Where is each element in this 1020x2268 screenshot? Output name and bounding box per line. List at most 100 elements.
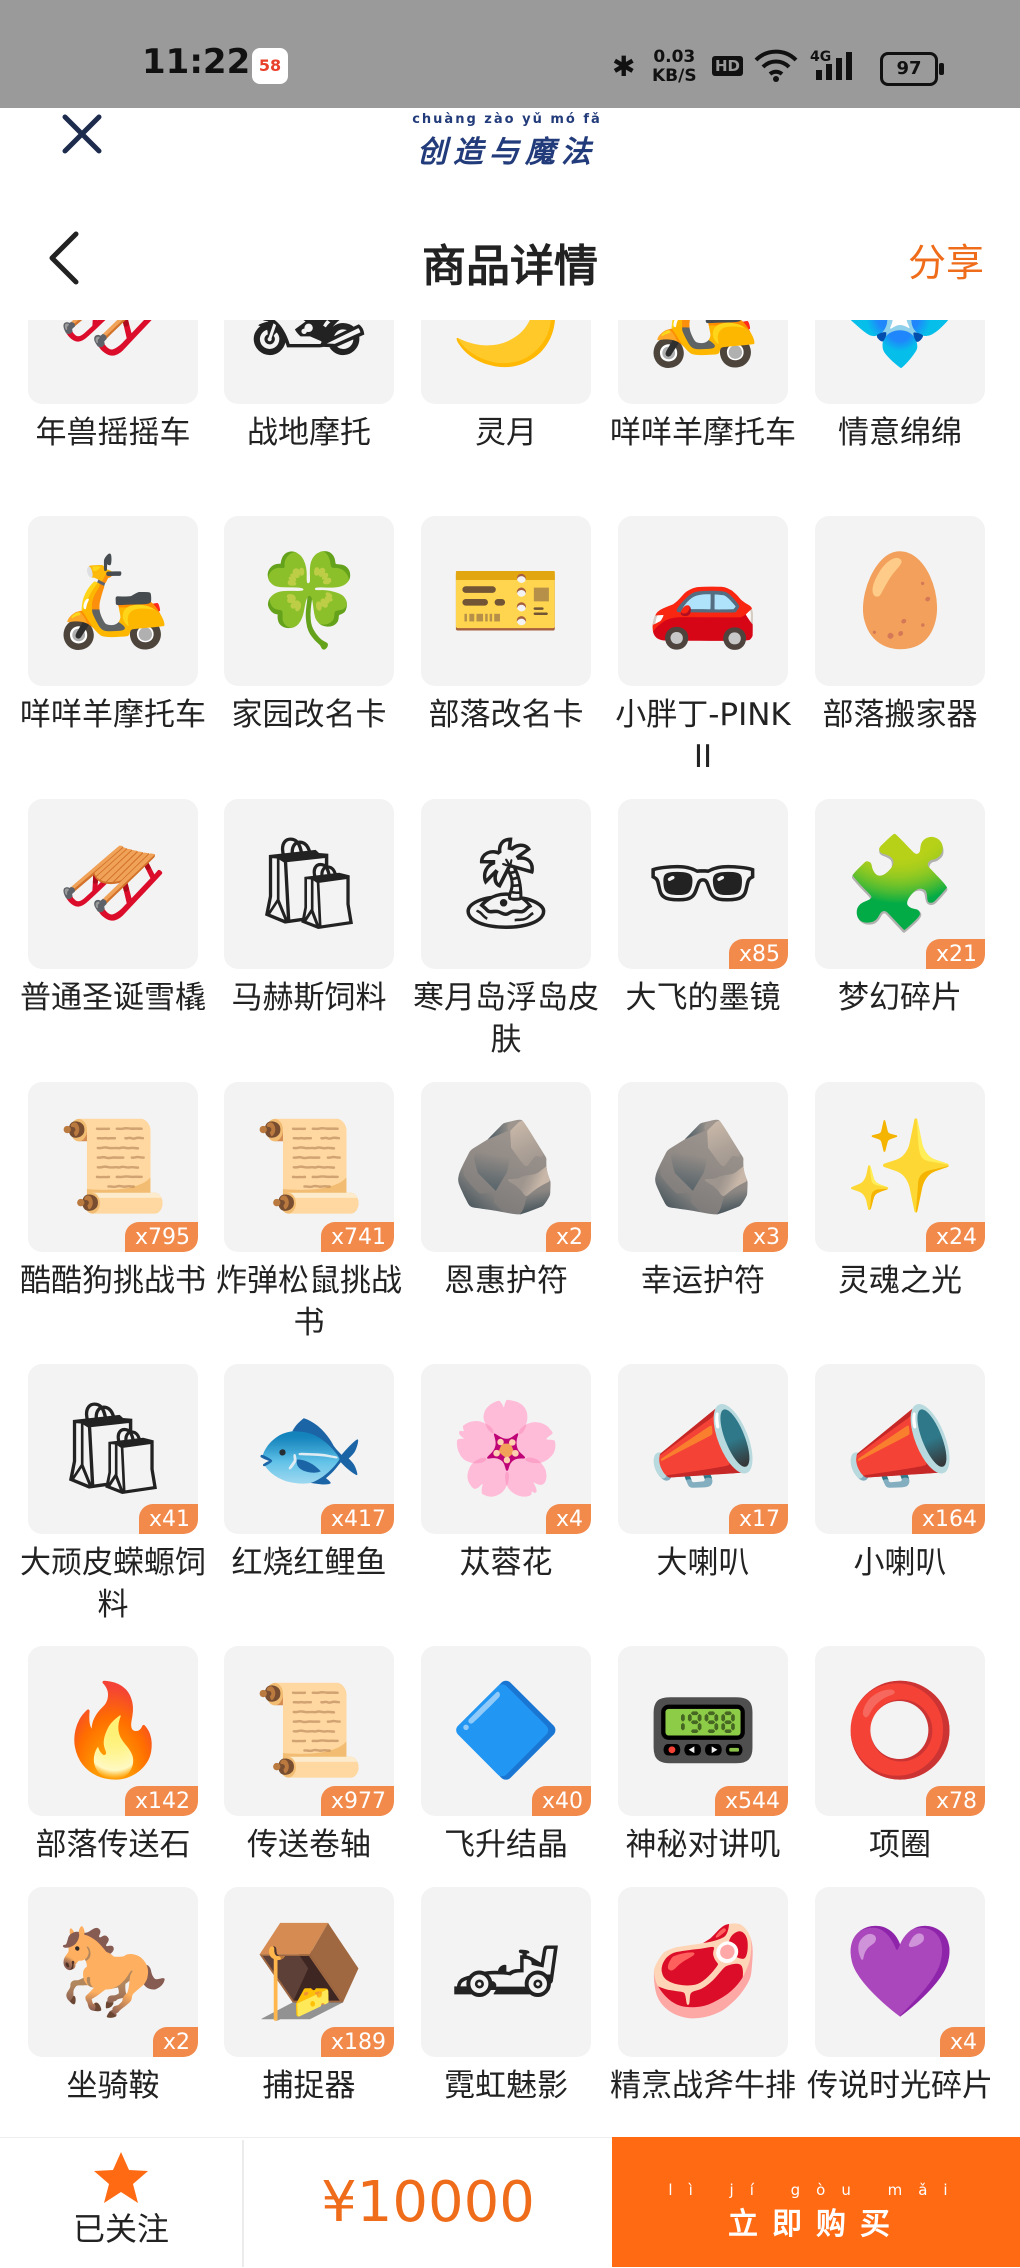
item-name: 大顽皮蝾螈饲料	[20, 1545, 206, 1623]
hd-icon: HD	[712, 56, 744, 76]
item-name: 咩咩羊摩托车	[20, 697, 206, 733]
wifi-icon	[754, 48, 798, 86]
item-image: 🪨 x2	[421, 1082, 591, 1252]
item-name: 飞升结晶	[444, 1827, 568, 1863]
item-count-badge: x189	[320, 2027, 394, 2057]
puzzle-piece-icon: 🧩	[843, 831, 957, 936]
item-image: 🏝	[421, 799, 591, 969]
item-name: 小胖丁-PINK II	[615, 697, 791, 775]
item-image: 📜 x977	[224, 1646, 394, 1816]
item-name: 项圈	[869, 1827, 931, 1863]
item-name: 情意绵绵	[838, 415, 962, 451]
purple-shard-icon: 💜	[843, 1919, 957, 2024]
item-name: 年兽摇摇车	[35, 415, 191, 451]
crystal-ornament-icon: 💠	[844, 320, 956, 364]
sunglasses-icon: 🕶	[645, 831, 761, 936]
megaphone-icon: 📣	[843, 1396, 957, 1501]
item-image: 💜 x4	[815, 1887, 985, 2057]
item-name: 捕捉器	[262, 2068, 356, 2104]
green-card-icon: 🍀	[252, 548, 366, 653]
item-name: 灵月	[475, 415, 537, 451]
item-name: 马赫斯饲料	[231, 980, 387, 1016]
item-count-badge: x3	[742, 1222, 788, 1252]
motorbike-icon: 🏍	[252, 320, 366, 364]
item-name: 幸运护符	[641, 1263, 765, 1299]
item-image: 🥩	[618, 1887, 788, 2057]
golden-light-icon: ✨	[843, 1114, 957, 1219]
item-image: 🥚	[815, 516, 985, 686]
item-grid: 🛷 年兽摇摇车 🏍 战地摩托 🌙 灵月 🛵 咩咩羊摩托车 💠 情意绵绵 🛵 咩咩羊摩托车 🍀 家园改名卡 🎫…	[0, 320, 1020, 2140]
buy-now-label: 立即购买	[728, 2207, 904, 2242]
follow-label: 已关注	[72, 2210, 169, 2248]
item-name: 家园改名卡	[231, 697, 387, 733]
item-image: 🪤 x189	[224, 1887, 394, 2057]
item-name: 部落改名卡	[428, 697, 584, 733]
crystal-egg-icon: 🥚	[843, 548, 957, 653]
feed-bag-icon: 🛍	[251, 831, 367, 936]
item-count-badge: x24	[925, 1222, 985, 1252]
item-name: 霓虹魅影	[444, 2068, 568, 2104]
steak-dish-icon: 🥩	[646, 1919, 760, 2024]
bluetooth-icon: ✱	[612, 50, 636, 83]
buy-now-button[interactable]: lì jí gòu mǎi 立即购买	[612, 2137, 1020, 2267]
item-count-badge: x142	[124, 1786, 198, 1816]
item-image: 🌙	[421, 320, 591, 404]
item-name: 大喇叭	[656, 1545, 750, 1581]
item-name: 寒月岛浮岛皮肤	[413, 980, 599, 1058]
item-count-badge: x85	[728, 939, 788, 969]
star-icon	[92, 2150, 150, 2210]
app-58-icon: 58	[252, 48, 288, 84]
item-count-badge: x164	[911, 1504, 985, 1534]
item-image: 🛷	[28, 320, 198, 404]
item-image: 🍀	[224, 516, 394, 686]
item-image: 🛷	[28, 799, 198, 969]
purple-flower-icon: 🌸	[449, 1396, 563, 1501]
orange-card-icon: 🎫	[449, 548, 563, 653]
item-name: 传说时光碎片	[807, 2068, 993, 2104]
trap-icon: 🪤	[252, 1919, 366, 2024]
item-image: 📜 x741	[224, 1082, 394, 1252]
item-name: 部落传送石	[35, 1827, 191, 1863]
price: ¥10000	[321, 2170, 535, 2235]
crystal-icon: 🔷	[449, 1678, 563, 1783]
svg-text:4G: 4G	[810, 49, 831, 65]
status-bar: 11:22 58 ✱ 0.03 KB/S HD 4G 97	[0, 0, 1020, 108]
item-count-badge: x2	[152, 2027, 198, 2057]
page-title: 商品详情	[422, 241, 598, 292]
logo-pinyin: chuàng zào yǔ mó fǎ	[412, 112, 602, 127]
scroll-icon: 📜	[252, 1678, 366, 1783]
wanted-poster-icon: 📜	[56, 1114, 170, 1219]
item-image: 📟 x544	[618, 1646, 788, 1816]
buy-now-pinyin: lì jí gòu mǎi	[668, 2181, 964, 2199]
item-image: ⭕ x78	[815, 1646, 985, 1816]
item-image: 🕶 x85	[618, 799, 788, 969]
battery-icon: 97	[880, 52, 944, 86]
moon-icon: 🌙	[450, 320, 562, 364]
signal-icon: 4G	[810, 48, 872, 86]
item-image: 🐎 x2	[28, 1887, 198, 2057]
item-name: 大飞的墨镜	[625, 980, 781, 1016]
collar-icon: ⭕	[843, 1678, 957, 1783]
item-image: 🏍	[224, 320, 394, 404]
item-image: 🔥 x142	[28, 1646, 198, 1816]
item-image: 🪨 x3	[618, 1082, 788, 1252]
item-image: ✨ x24	[815, 1082, 985, 1252]
logo-text: 创造与魔法	[417, 135, 597, 170]
item-count-badge: x977	[320, 1786, 394, 1816]
wanted-poster-icon: 📜	[252, 1114, 366, 1219]
item-image: 📣 x17	[618, 1364, 788, 1534]
item-image: 🛵	[28, 516, 198, 686]
item-name: 红烧红鲤鱼	[231, 1545, 387, 1581]
item-image: 🐟 x417	[224, 1364, 394, 1534]
item-count-badge: x741	[320, 1222, 394, 1252]
teleport-stone-icon: 🔥	[56, 1678, 170, 1783]
item-image: 🔷 x40	[421, 1646, 591, 1816]
item-count-badge: x40	[531, 1786, 591, 1816]
item-name: 神秘对讲叽	[625, 1827, 781, 1863]
item-count-badge: x544	[714, 1786, 788, 1816]
item-image: 📜 x795	[28, 1082, 198, 1252]
share-button[interactable]: 分享	[908, 232, 984, 287]
close-button[interactable]	[60, 112, 110, 162]
item-name: 咩咩羊摩托车	[610, 415, 796, 451]
item-count-badge: x417	[320, 1504, 394, 1534]
